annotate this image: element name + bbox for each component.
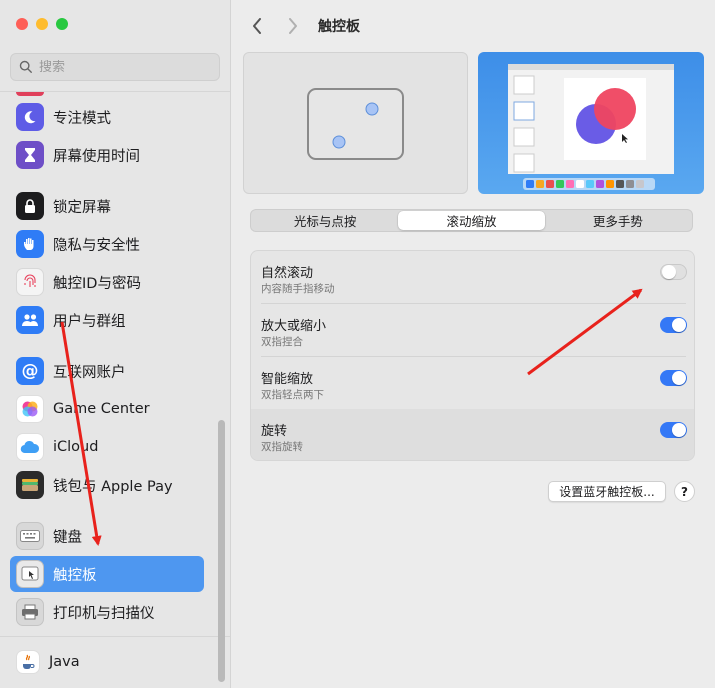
sidebar-scrollbar[interactable] xyxy=(218,420,225,682)
setting-subtitle: 内容随手指移动 xyxy=(261,283,335,295)
tab-bar: 光标与点按 滚动缩放 更多手势 xyxy=(250,209,693,232)
chevron-left-icon xyxy=(253,18,261,34)
sidebar-item-touch-id[interactable]: 触控ID与密码 xyxy=(10,264,204,300)
sidebar-item-label: Java xyxy=(49,654,80,670)
trackpad-illustration xyxy=(307,88,404,160)
setting-row-natural-scroll: 自然滚动 内容随手指移动 xyxy=(251,251,694,304)
sidebar-item-focus[interactable]: 专注模式 xyxy=(10,99,204,135)
sidebar-item-trackpad[interactable]: 触控板 xyxy=(10,556,204,592)
setup-bluetooth-trackpad-button[interactable]: 设置蓝牙触控板... xyxy=(548,481,666,502)
sidebar-item-internet-accounts[interactable]: @ 互联网账户 xyxy=(10,353,204,389)
tab-more-gestures[interactable]: 更多手势 xyxy=(545,211,691,230)
fingerprint-icon xyxy=(16,268,44,296)
main-content: 触控板 光标与点按 滚动缩放 更多手势 自然滚动 内容随手指移动 放大或缩小 双… xyxy=(231,0,715,688)
trackpad-icon xyxy=(16,560,44,588)
sidebar-item-label: 用户与群组 xyxy=(53,313,126,330)
sidebar-item-label: 屏幕使用时间 xyxy=(53,148,140,165)
sidebar: 专注模式 屏幕使用时间 锁定屏幕 隐私与安全性 触控ID与密码 用户与群组 xyxy=(0,0,231,688)
sidebar-item-wallet[interactable]: 钱包与 Apple Pay xyxy=(10,467,204,503)
forward-button[interactable] xyxy=(281,14,305,38)
back-button[interactable] xyxy=(245,14,269,38)
setting-subtitle: 双指旋转 xyxy=(261,441,303,453)
moon-icon xyxy=(16,103,44,131)
search-field[interactable] xyxy=(10,53,220,81)
rotate-toggle[interactable] xyxy=(660,422,687,438)
sidebar-item-label: 触控板 xyxy=(53,567,97,584)
sidebar-item-label: Game Center xyxy=(53,401,150,417)
java-icon xyxy=(16,650,40,674)
setting-subtitle: 双指轻点两下 xyxy=(261,389,324,401)
gesture-preview xyxy=(243,52,468,194)
sidebar-item-label: 专注模式 xyxy=(53,110,111,127)
sidebar-item-label: 打印机与扫描仪 xyxy=(53,605,155,622)
hand-icon xyxy=(16,230,44,258)
sidebar-item-label: 互联网账户 xyxy=(53,364,126,381)
window-controls xyxy=(16,18,68,30)
sidebar-item-icloud[interactable]: iCloud xyxy=(10,429,204,465)
setting-title: 放大或缩小 xyxy=(261,319,327,334)
wallet-icon xyxy=(16,471,44,499)
chevron-right-icon xyxy=(289,18,297,34)
sidebar-item-users[interactable]: 用户与群组 xyxy=(10,302,204,338)
setting-title: 旋转 xyxy=(261,424,288,439)
setting-row-rotate: 旋转 双指旋转 xyxy=(251,409,694,460)
partial-item-icon xyxy=(16,92,44,96)
zoom-toggle[interactable] xyxy=(660,317,687,333)
setting-title: 自然滚动 xyxy=(261,266,314,281)
sidebar-item-game-center[interactable]: Game Center xyxy=(10,391,204,427)
tab-point-click[interactable]: 光标与点按 xyxy=(252,211,398,230)
sidebar-item-java[interactable]: Java xyxy=(10,644,204,680)
sidebar-item-label: 隐私与安全性 xyxy=(53,237,140,254)
game-center-icon xyxy=(16,395,44,423)
at-icon: @ xyxy=(16,357,44,385)
cloud-icon xyxy=(16,433,44,461)
users-icon xyxy=(16,306,44,334)
natural-scroll-toggle[interactable] xyxy=(660,264,687,280)
sidebar-item-privacy[interactable]: 隐私与安全性 xyxy=(10,226,204,262)
screen-preview xyxy=(478,52,704,194)
sidebar-item-label: 键盘 xyxy=(53,529,82,546)
setting-row-zoom: 放大或缩小 双指捏合 xyxy=(251,304,694,357)
settings-panel: 自然滚动 内容随手指移动 放大或缩小 双指捏合 智能缩放 双指轻点两下 旋转 双… xyxy=(250,250,695,461)
setting-subtitle: 双指捏合 xyxy=(261,336,303,348)
sidebar-divider xyxy=(0,636,230,637)
preview-illustration xyxy=(508,64,674,190)
setting-row-smart-zoom: 智能缩放 双指轻点两下 xyxy=(251,357,694,410)
hourglass-icon xyxy=(16,141,44,169)
search-icon xyxy=(19,60,32,73)
sidebar-item-label: 触控ID与密码 xyxy=(53,275,141,292)
search-input[interactable] xyxy=(39,59,209,75)
lock-icon xyxy=(16,192,44,220)
sidebar-item-lock-screen[interactable]: 锁定屏幕 xyxy=(10,188,204,224)
zoom-button[interactable] xyxy=(56,18,68,30)
tab-scroll-zoom[interactable]: 滚动缩放 xyxy=(398,211,545,230)
sidebar-item-keyboard[interactable]: 键盘 xyxy=(10,518,204,554)
close-button[interactable] xyxy=(16,18,28,30)
sidebar-item-label: 钱包与 Apple Pay xyxy=(53,478,173,495)
keyboard-icon xyxy=(16,522,44,550)
sidebar-item-label: iCloud xyxy=(53,439,99,455)
printer-icon xyxy=(16,598,44,626)
page-title: 触控板 xyxy=(318,19,360,35)
sidebar-item-printers[interactable]: 打印机与扫描仪 xyxy=(10,594,204,630)
setting-title: 智能缩放 xyxy=(261,372,314,387)
smart-zoom-toggle[interactable] xyxy=(660,370,687,386)
sidebar-item-label: 锁定屏幕 xyxy=(53,199,111,216)
sidebar-item-screen-time[interactable]: 屏幕使用时间 xyxy=(10,137,204,173)
help-button[interactable]: ? xyxy=(674,481,695,502)
minimize-button[interactable] xyxy=(36,18,48,30)
